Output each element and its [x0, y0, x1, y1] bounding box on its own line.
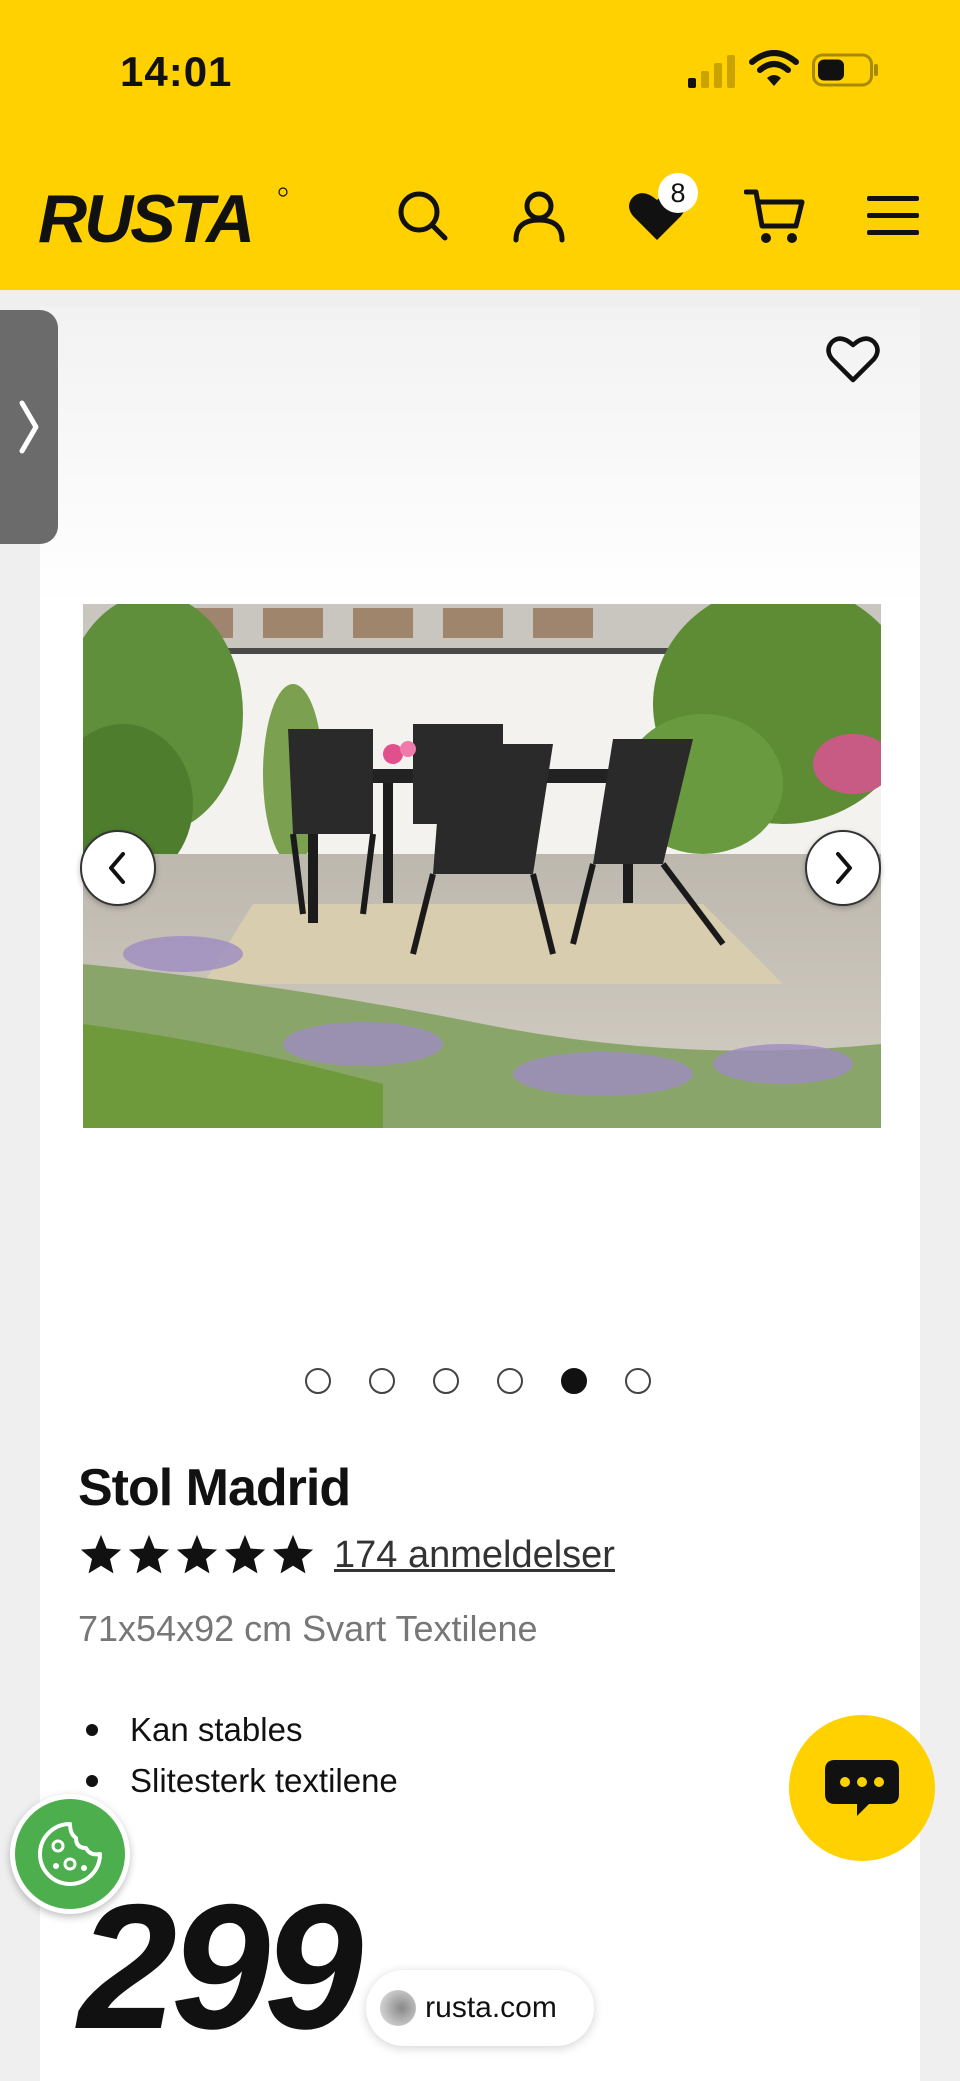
search-button[interactable] — [392, 185, 454, 247]
gallery-dot[interactable] — [433, 1368, 459, 1394]
product-specs: 71x54x92 cm Svart Textilene — [78, 1608, 538, 1649]
gallery-dot[interactable] — [305, 1368, 331, 1394]
next-image-button[interactable] — [805, 830, 881, 906]
side-drawer-tab[interactable] — [0, 310, 58, 544]
browser-url-bar[interactable]: rusta.com — [366, 1970, 594, 2046]
add-to-wishlist-button[interactable] — [824, 330, 882, 388]
svg-text:RUSTA: RUSTA — [38, 181, 252, 250]
star-icon — [272, 1534, 314, 1574]
feature-item: Kan stables — [80, 1704, 398, 1755]
rusta-logo[interactable]: RUSTA — [38, 180, 288, 250]
reviews-link[interactable]: 174 anmeldelser — [334, 1534, 615, 1577]
cart-button[interactable] — [744, 185, 806, 247]
wifi-icon — [749, 50, 799, 86]
product-price: 299 — [78, 1867, 363, 2066]
cart-icon — [744, 189, 805, 243]
feature-item: Slitesterk textilene — [80, 1755, 398, 1806]
menu-button[interactable] — [862, 185, 924, 247]
gallery-dot[interactable] — [497, 1368, 523, 1394]
star-icon — [176, 1534, 218, 1574]
signal-icon — [688, 55, 735, 88]
heart-outline-icon — [826, 336, 880, 383]
wishlist-button[interactable]: 8 — [626, 173, 698, 247]
image-backdrop — [40, 306, 920, 606]
hamburger-menu-icon — [867, 196, 919, 235]
star-icon — [80, 1534, 122, 1574]
chevron-left-icon — [109, 852, 125, 884]
status-time: 14:01 — [120, 48, 233, 95]
cookie-icon — [38, 1822, 102, 1886]
account-button[interactable] — [508, 185, 570, 247]
feature-list: Kan stables Slitesterk textilene — [80, 1704, 398, 1806]
page-loading-icon — [380, 1990, 416, 2026]
rating-stars — [78, 1532, 316, 1578]
wishlist-count-badge: 8 — [658, 173, 698, 213]
search-icon — [398, 191, 448, 241]
chevron-right-icon — [19, 400, 39, 454]
user-icon — [513, 191, 565, 243]
chat-button[interactable] — [789, 1715, 935, 1861]
chevron-right-icon — [836, 852, 852, 884]
gallery-dot-active[interactable] — [561, 1368, 587, 1394]
star-icon — [128, 1534, 170, 1574]
url-text: rusta.com — [425, 1991, 557, 2024]
product-card: Stol Madrid 174 anmeldelser 71x54x92 cm … — [40, 306, 920, 2081]
product-title: Stol Madrid — [78, 1459, 351, 1517]
gallery-dot[interactable] — [625, 1368, 651, 1394]
gallery-pagination — [305, 1368, 651, 1394]
star-icon — [224, 1534, 266, 1574]
cookie-settings-button[interactable] — [10, 1794, 130, 1914]
product-image — [83, 604, 881, 1128]
previous-image-button[interactable] — [80, 830, 156, 906]
gallery-dot[interactable] — [369, 1368, 395, 1394]
battery-icon — [812, 53, 878, 87]
chat-bubble-icon — [825, 1760, 899, 1816]
header-bar: 14:01 RUSTA 8 — [0, 0, 960, 290]
